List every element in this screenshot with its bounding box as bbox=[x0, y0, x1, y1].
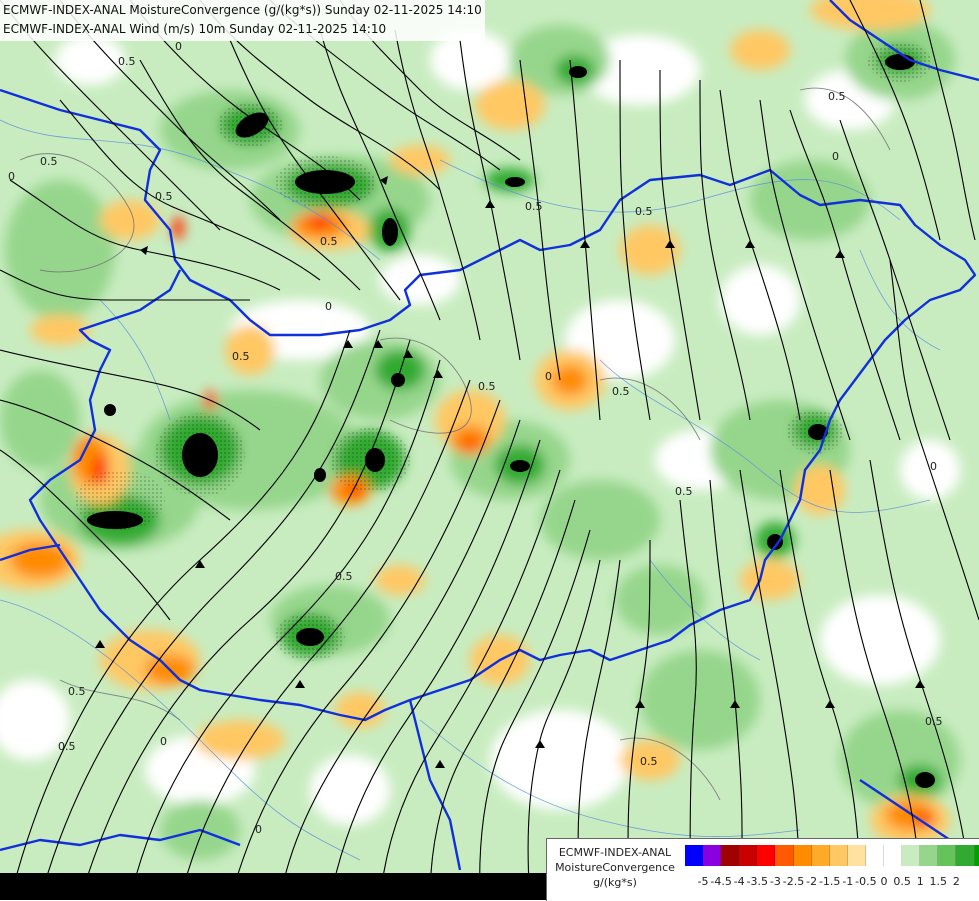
legend-swatch bbox=[848, 845, 866, 866]
legend-swatch bbox=[812, 845, 830, 866]
legend-tick-label: 0.5 bbox=[893, 875, 911, 888]
contour-label: 0 bbox=[545, 370, 552, 383]
legend-tick-label: -3.5 bbox=[747, 875, 768, 888]
contour-label: 0.5 bbox=[640, 755, 658, 768]
legend-tick-label: -2.5 bbox=[783, 875, 804, 888]
contour-label: 0 bbox=[8, 170, 15, 183]
legend-swatch bbox=[721, 845, 739, 866]
legend-tick-label: 1.5 bbox=[930, 875, 948, 888]
contour-label: 0.5 bbox=[828, 90, 846, 103]
contour-label: 0.5 bbox=[58, 740, 76, 753]
contour-label: 0.5 bbox=[335, 570, 353, 583]
contour-label: 0 bbox=[160, 735, 167, 748]
contour-label: 0.5 bbox=[675, 485, 693, 498]
legend-swatch bbox=[739, 845, 757, 866]
bottom-strip bbox=[0, 873, 546, 900]
contour-label: 0 bbox=[832, 150, 839, 163]
legend-swatch bbox=[938, 845, 956, 866]
contour-label: 0.5 bbox=[525, 200, 543, 213]
contour-label: 0 bbox=[175, 40, 182, 53]
legend-tick-label: 2 bbox=[953, 875, 960, 888]
legend-swatch bbox=[757, 845, 775, 866]
header-line-wind: ECMWF-INDEX-ANAL Wind (m/s) 10m Sunday 0… bbox=[3, 20, 482, 39]
map-header: ECMWF-INDEX-ANAL MoistureConvergence (g/… bbox=[0, 0, 485, 41]
legend-tick-label: -4.5 bbox=[710, 875, 731, 888]
contour-label: 0.5 bbox=[40, 155, 58, 168]
contour-label: 0.5 bbox=[68, 685, 86, 698]
contour-label: 0 bbox=[325, 300, 332, 313]
contour-label: 0.5 bbox=[925, 715, 943, 728]
contour-label: 0.5 bbox=[478, 380, 496, 393]
legend-swatch bbox=[866, 845, 884, 866]
legend-tick-label: -1 bbox=[842, 875, 853, 888]
legend-title: ECMWF-INDEX-ANAL MoistureConvergence g/(… bbox=[551, 845, 679, 890]
legend-swatch bbox=[920, 845, 938, 866]
contour-label: 0 bbox=[930, 460, 937, 473]
contour-label: 0.5 bbox=[155, 190, 173, 203]
contour-label: 0.5 bbox=[118, 55, 136, 68]
legend-tick-label: -4 bbox=[734, 875, 745, 888]
legend-swatch bbox=[884, 845, 902, 866]
legend-swatch bbox=[830, 845, 848, 866]
legend-tick-label: 0 bbox=[881, 875, 888, 888]
legend-tick-label: -3 bbox=[770, 875, 781, 888]
contour-label: 0.5 bbox=[612, 385, 630, 398]
legend-tick-label: 1 bbox=[917, 875, 924, 888]
legend-title-variable: MoistureConvergence bbox=[551, 860, 679, 875]
contour-label: 0 bbox=[255, 823, 262, 836]
legend-tick-label: -1.5 bbox=[819, 875, 840, 888]
legend-swatch bbox=[902, 845, 920, 866]
legend-swatch bbox=[685, 845, 703, 866]
legend-tick-label: -0.5 bbox=[855, 875, 876, 888]
legend-swatch bbox=[703, 845, 721, 866]
legend-swatch bbox=[794, 845, 812, 866]
weather-map: 0.5 0 0.5 0 0.5 0.5 0 0.5 0.5 0 0.5 0.5 … bbox=[0, 0, 979, 900]
legend-ticks: -5-4.5-4-3.5-3-2.5-2-1.5-1-0.5 0 0.5 1 1.5 2 bbox=[677, 875, 977, 891]
legend-tick-label: -2 bbox=[806, 875, 817, 888]
legend-title-unit: g/(kg*s) bbox=[551, 875, 679, 890]
legend-swatch bbox=[956, 845, 974, 866]
color-legend: ECMWF-INDEX-ANAL MoistureConvergence g/(… bbox=[546, 838, 979, 901]
contour-label: 0.5 bbox=[320, 235, 338, 248]
legend-swatch bbox=[775, 845, 793, 866]
legend-swatch bbox=[975, 845, 979, 866]
contour-label: 0.5 bbox=[232, 350, 250, 363]
legend-tick-label: -5 bbox=[698, 875, 709, 888]
legend-title-model: ECMWF-INDEX-ANAL bbox=[551, 845, 679, 860]
legend-swatches bbox=[685, 845, 979, 866]
header-line-moisture: ECMWF-INDEX-ANAL MoistureConvergence (g/… bbox=[3, 1, 482, 20]
contour-label: 0.5 bbox=[635, 205, 653, 218]
